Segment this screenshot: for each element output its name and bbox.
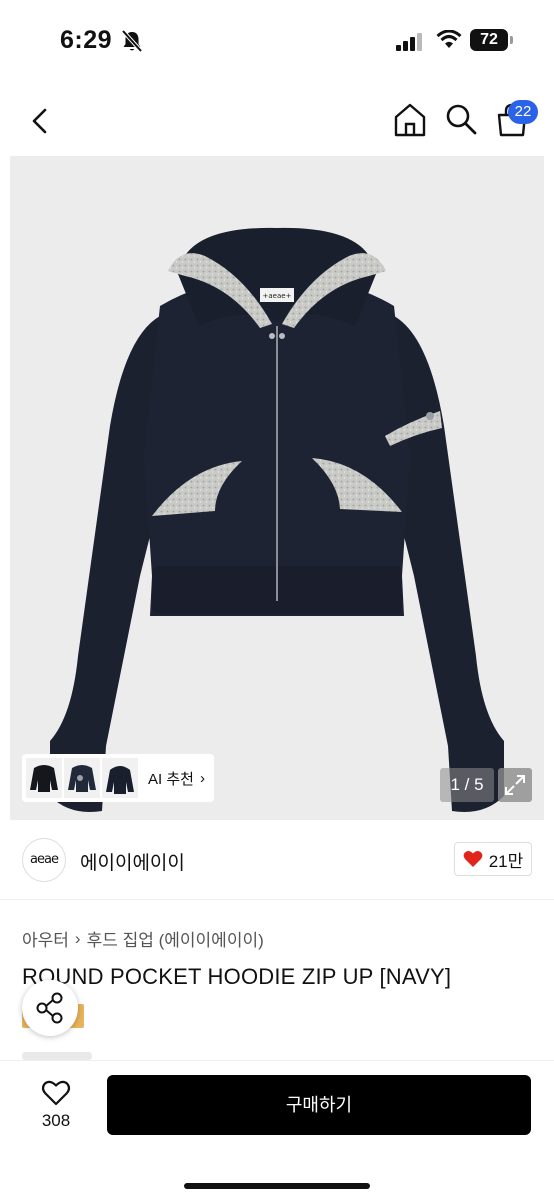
chevron-right-icon: › (199, 769, 205, 787)
search-icon[interactable] (444, 102, 478, 136)
category-child[interactable]: 후드 집업 (에이이에이이) (87, 926, 264, 951)
battery-indicator: 72 (470, 29, 508, 51)
status-time: 6:29 (60, 26, 113, 54)
image-counter: 1 / 5 (440, 768, 494, 802)
signal-icon (396, 33, 422, 51)
thumb-navy-hoodie (102, 758, 138, 798)
wishlist-count: 308 (41, 1111, 71, 1130)
hoodie-logo: +aeae+ (263, 292, 292, 300)
home-indicator (184, 1183, 370, 1189)
partial-content (22, 1052, 92, 1060)
hoodie-photo: +aeae+ (50, 227, 504, 812)
ai-recommend-strip[interactable]: AI 추천 › (22, 754, 214, 802)
product-title: ROUND POCKET HOODIE ZIP UP [NAVY] (22, 964, 452, 989)
wishlist-button[interactable]: 308 (30, 1075, 82, 1135)
share-icon[interactable] (22, 980, 78, 1036)
brand-row[interactable]: aeae 에이이에이이 21만 (0, 820, 554, 900)
buy-button[interactable]: 구매하기 (107, 1075, 531, 1135)
home-icon[interactable] (393, 102, 427, 138)
wifi-icon (436, 30, 462, 48)
bell-slash-icon (121, 29, 143, 53)
product-image[interactable]: +aeae+ (10, 156, 544, 820)
category-parent[interactable]: 아우터 (22, 926, 69, 951)
brand-like-count: 21만 (488, 851, 524, 871)
status-bar: 6:29 72 (0, 0, 554, 84)
thumb-black-hoodie (26, 758, 62, 798)
battery-tip (510, 36, 513, 44)
thumb-print-hoodie (64, 758, 100, 798)
category-separator: › (74, 928, 81, 948)
expand-icon[interactable] (498, 768, 532, 802)
heart-filled-icon (463, 851, 483, 867)
heart-icon (41, 1080, 71, 1106)
brand-name[interactable]: 에이이에이이 (80, 848, 185, 875)
ai-recommend-label: AI 추천 (148, 770, 194, 788)
brand-logo: aeae (22, 838, 66, 882)
cart-badge: 22 (508, 100, 538, 124)
nav-bar (0, 84, 554, 156)
back-icon[interactable] (26, 104, 56, 138)
breadcrumb: 아우터 › 후드 집업 (에이이에이이) (22, 926, 264, 951)
bottom-bar: 308 구매하기 (0, 1060, 554, 1200)
brand-like-button[interactable]: 21만 (454, 842, 532, 876)
